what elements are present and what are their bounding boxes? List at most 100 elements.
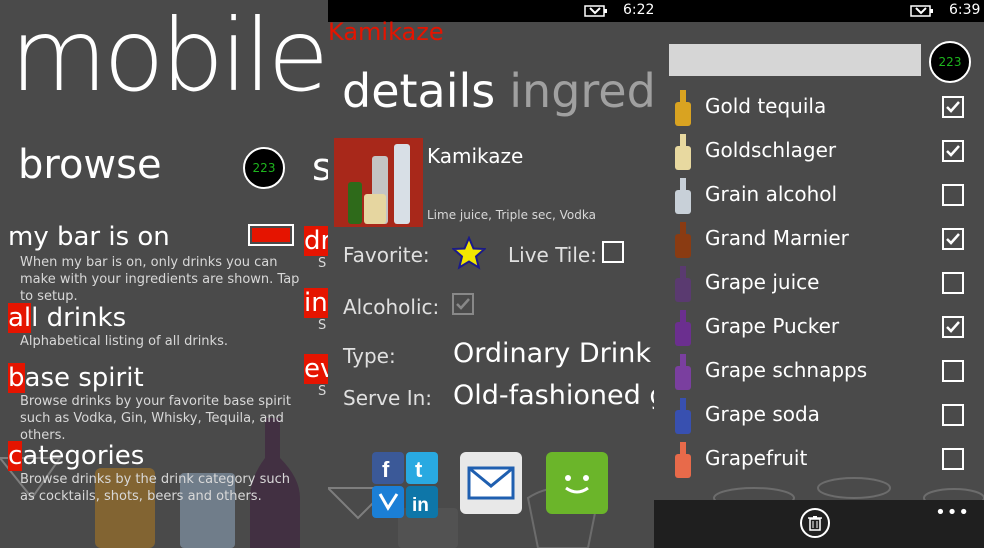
tab-details[interactable]: details xyxy=(342,64,495,118)
ingredient-checkbox[interactable] xyxy=(942,140,964,162)
app-title: mobile xyxy=(10,0,328,114)
ingredient-row[interactable]: Grain alcohol xyxy=(664,174,979,218)
all-drinks-highlight: al xyxy=(8,303,32,333)
peek-sub-1: S xyxy=(318,256,327,271)
categories-highlight: c xyxy=(8,441,23,471)
ingredient-checkbox[interactable] xyxy=(942,404,964,426)
status-time: 6:39 xyxy=(949,2,981,18)
bottle-icon xyxy=(675,90,691,126)
type-value: Ordinary Drink xyxy=(453,338,651,369)
drink-header: Kamikaze xyxy=(328,18,444,46)
ingredient-name: Grand Marnier xyxy=(705,226,849,250)
pivot-tabs: details ingredie xyxy=(342,64,654,118)
peek-item-2[interactable]: in xyxy=(304,288,328,318)
check-icon xyxy=(946,101,960,113)
ingredient-checkbox[interactable] xyxy=(942,96,964,118)
ingredient-name: Grapefruit xyxy=(705,446,808,470)
sms-share-button[interactable] xyxy=(546,452,608,514)
section-title: browse xyxy=(18,142,162,188)
base-spirit-item[interactable]: base spirit xyxy=(8,363,144,393)
ingredient-checkbox[interactable] xyxy=(942,316,964,338)
check-icon xyxy=(946,321,960,333)
bottle-icon xyxy=(675,310,691,346)
ingredient-row[interactable]: Grand Marnier xyxy=(664,218,979,262)
live-tile-checkbox[interactable] xyxy=(602,241,624,263)
ingredient-checkbox[interactable] xyxy=(942,448,964,470)
my-bar-desc: When my bar is on, only drinks you can m… xyxy=(20,255,300,304)
base-spirit-title: ase spirit xyxy=(24,363,144,393)
my-bar-item[interactable]: my bar is on xyxy=(8,222,170,252)
bottle-icon xyxy=(675,178,691,214)
favorite-star-icon[interactable] xyxy=(452,236,486,270)
all-drinks-desc: Alphabetical listing of all drinks. xyxy=(20,334,228,349)
browse-panel: mobile browse 223 s my bar is on When my… xyxy=(0,0,328,548)
ingredient-name: Grape schnapps xyxy=(705,358,868,382)
toggle-fill xyxy=(252,228,290,242)
ingredient-name: Goldschlager xyxy=(705,138,837,162)
check-icon xyxy=(946,145,960,157)
ingredient-search-input[interactable] xyxy=(669,44,921,76)
bottle-icon xyxy=(675,266,691,302)
ingredient-name: Grain alcohol xyxy=(705,182,838,206)
ingredient-name: Grape soda xyxy=(705,402,820,426)
check-icon xyxy=(456,298,470,310)
my-bar-panel: 6:39 223 Gold tequila Goldschlager Grain a… xyxy=(654,0,984,548)
battery-icon xyxy=(584,5,607,17)
base-spirit-highlight: b xyxy=(8,363,25,393)
bottles-illustration xyxy=(348,144,410,224)
ingredient-row[interactable]: Grape Pucker xyxy=(664,306,979,350)
app-bar: ••• xyxy=(654,500,984,548)
ingredient-row[interactable]: Grape soda xyxy=(664,394,979,438)
check-icon xyxy=(946,233,960,245)
ingredient-checkbox[interactable] xyxy=(942,272,964,294)
base-spirit-desc: Browse drinks by your favorite base spir… xyxy=(20,394,291,443)
more-options-button[interactable]: ••• xyxy=(935,502,970,523)
bottle-icon xyxy=(675,398,691,434)
status-bar: 6:39 xyxy=(654,0,984,22)
bottle-icon xyxy=(675,354,691,390)
drink-count-value: 223 xyxy=(938,55,962,69)
peek-sub-3: S xyxy=(318,384,327,399)
peek-item-1[interactable]: dr xyxy=(304,226,328,256)
ingredient-row[interactable]: Gold tequila xyxy=(664,86,979,130)
categories-title: ategories xyxy=(22,441,145,471)
email-share-button[interactable] xyxy=(460,452,522,514)
drink-ingredients-summary: Lime juice, Triple sec, Vodka xyxy=(427,208,596,222)
serve-in-label: Serve In: xyxy=(343,386,433,410)
alcoholic-label: Alcoholic: xyxy=(343,295,440,319)
categories-desc: Browse drinks by the drink category such… xyxy=(20,472,290,504)
ingredient-name: Gold tequila xyxy=(705,94,827,118)
ingredient-checkbox[interactable] xyxy=(942,184,964,206)
ingredient-checkbox[interactable] xyxy=(942,360,964,382)
peek-item-3[interactable]: ev xyxy=(304,354,328,384)
message-icon xyxy=(565,475,589,494)
battery-icon xyxy=(910,5,933,17)
serve-in-value: Old-fashioned g xyxy=(453,380,654,411)
ingredient-name: Grape juice xyxy=(705,270,820,294)
bottle-icon xyxy=(675,222,691,258)
next-section-peek: s xyxy=(312,145,328,189)
delete-button[interactable] xyxy=(800,508,830,538)
bottle-icon xyxy=(675,442,691,478)
status-time: 6:22 xyxy=(623,2,654,18)
my-bar-toggle[interactable] xyxy=(248,224,294,246)
ingredient-row[interactable]: Goldschlager xyxy=(664,130,979,174)
svg-text:t: t xyxy=(415,457,423,482)
ingredient-row[interactable]: Grape schnapps xyxy=(664,350,979,394)
categories-item[interactable]: categories xyxy=(8,441,144,471)
all-drinks-item[interactable]: all drinks xyxy=(8,303,126,333)
ingredient-row[interactable]: Grape juice xyxy=(664,262,979,306)
type-label: Type: xyxy=(343,344,396,368)
trash-icon xyxy=(808,516,822,531)
social-share-icon: f t in xyxy=(372,452,438,518)
drink-count-badge: 223 xyxy=(243,147,285,189)
envelope-icon xyxy=(467,466,515,500)
svg-text:in: in xyxy=(412,495,429,516)
drink-details-panel: 6:22 Kamikaze details ingredie Kamikaze L… xyxy=(328,0,654,548)
drink-count-value: 223 xyxy=(252,161,276,175)
drink-count-badge: 223 xyxy=(929,41,971,83)
social-share-button[interactable]: f t in xyxy=(372,452,438,518)
ingredient-row[interactable]: Grapefruit xyxy=(664,438,979,482)
tab-ingredients[interactable]: ingredie xyxy=(509,64,654,118)
ingredient-checkbox[interactable] xyxy=(942,228,964,250)
